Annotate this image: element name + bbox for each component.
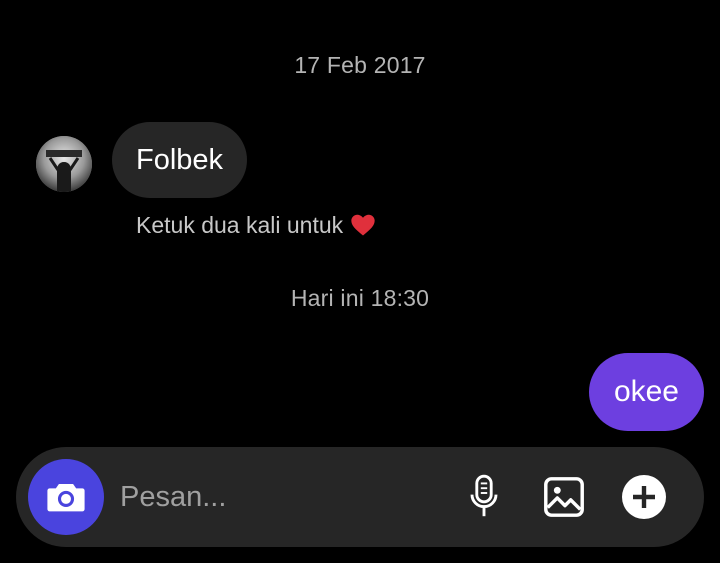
- heart-icon: [349, 211, 377, 239]
- add-button[interactable]: [618, 471, 670, 523]
- avatar-image: [36, 136, 92, 192]
- incoming-message-text: Folbek: [136, 143, 224, 176]
- outgoing-message-text: okee: [613, 375, 679, 408]
- image-icon: [544, 477, 584, 517]
- avatar[interactable]: [36, 136, 92, 192]
- microphone-button[interactable]: [458, 471, 510, 523]
- time-timestamp: Hari ini 18:30: [290, 285, 430, 311]
- camera-button[interactable]: [28, 459, 104, 535]
- gallery-button[interactable]: [538, 471, 590, 523]
- message-composer: [16, 447, 704, 547]
- plus-circle-icon: [622, 475, 666, 519]
- double-tap-hint-text: Ketuk dua kali untuk: [136, 211, 344, 238]
- message-input[interactable]: [120, 473, 440, 521]
- camera-icon: [47, 483, 85, 512]
- double-tap-hint: Ketuk dua kali untuk: [136, 211, 377, 239]
- outgoing-message-bubble[interactable]: okee: [588, 353, 704, 431]
- microphone-icon: [470, 474, 498, 517]
- incoming-message-bubble[interactable]: Folbek: [112, 122, 248, 198]
- date-timestamp: 17 Feb 2017: [294, 52, 426, 78]
